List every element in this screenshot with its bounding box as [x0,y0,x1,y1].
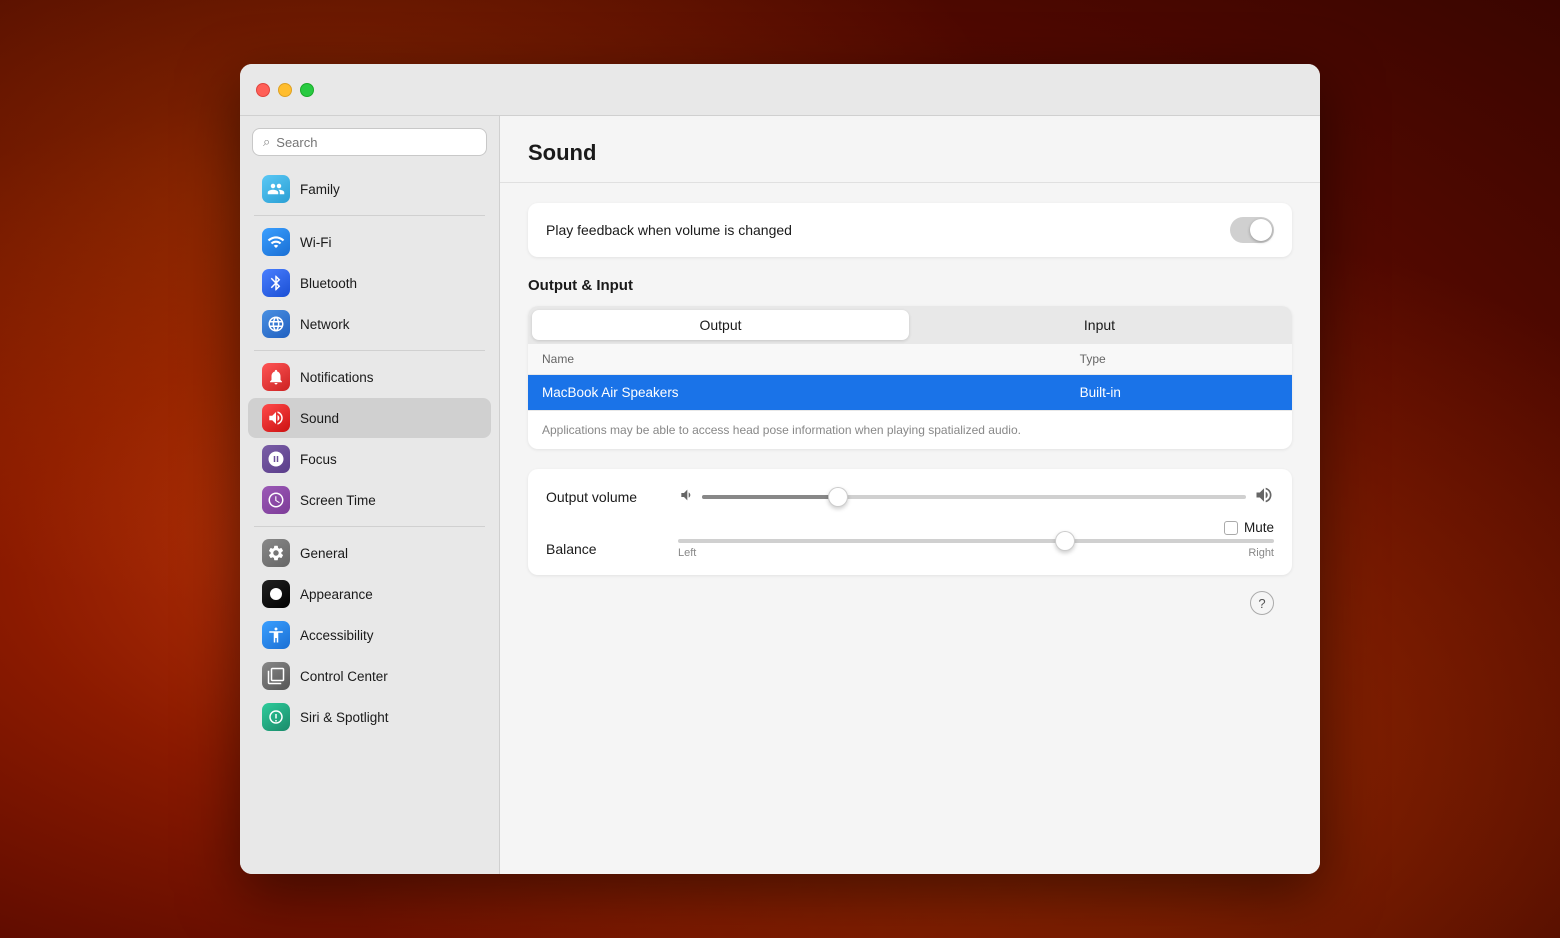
output-volume-row: Output volume [546,485,1274,508]
volume-slider-container [678,485,1274,508]
sidebar-item-label-general: General [300,546,348,561]
sidebar-item-network[interactable]: Network [248,304,491,344]
sidebar-item-label-screentime: Screen Time [300,493,376,508]
sidebar-item-label-accessibility: Accessibility [300,628,374,643]
system-settings-window: ⌕ Family [240,64,1320,874]
search-icon: ⌕ [263,134,270,150]
volume-section: Output volume [528,469,1292,575]
sidebar-item-label-appearance: Appearance [300,587,373,602]
page-header: Sound [500,116,1320,183]
sidebar-item-controlcenter[interactable]: Control Center [248,656,491,696]
search-input[interactable] [276,135,476,150]
general-icon [262,539,290,567]
output-volume-label: Output volume [546,489,666,505]
mute-row: Mute [546,520,1274,535]
sidebar-item-label-network: Network [300,317,350,332]
volume-slider-track[interactable] [702,495,1246,499]
balance-slider-wrap: Left Right [678,539,1274,559]
sidebar-item-siri[interactable]: Siri & Spotlight [248,697,491,737]
device-info-text: Applications may be able to access head … [528,410,1292,449]
volume-slider-thumb[interactable] [828,487,848,507]
feedback-label: Play feedback when volume is changed [546,222,792,238]
search-bar[interactable]: ⌕ [252,128,487,156]
feedback-row: Play feedback when volume is changed [528,203,1292,257]
sidebar: ⌕ Family [240,116,500,874]
content-area: ⌕ Family [240,116,1320,874]
close-button[interactable] [256,83,270,97]
notifications-icon [262,363,290,391]
device-name-cell: MacBook Air Speakers [528,375,1066,411]
maximize-button[interactable] [300,83,314,97]
sidebar-item-label-bluetooth: Bluetooth [300,276,357,291]
page-title: Sound [528,140,1292,166]
balance-left-label: Left [678,547,696,559]
siri-icon [262,703,290,731]
balance-labels: Left Right [678,547,1274,559]
sidebar-item-focus[interactable]: Focus [248,439,491,479]
appearance-icon [262,580,290,608]
settings-section: Play feedback when volume is changed Out… [500,183,1320,653]
sidebar-item-label-sound: Sound [300,411,339,426]
sidebar-item-appearance[interactable]: Appearance [248,574,491,614]
sidebar-item-label-wifi: Wi-Fi [300,235,331,250]
screentime-icon [262,486,290,514]
sidebar-divider-3 [254,526,485,527]
sidebar-item-notifications[interactable]: Notifications [248,357,491,397]
table-row[interactable]: MacBook Air Speakers Built-in [528,375,1292,411]
output-tab[interactable]: Output [532,310,909,340]
device-table: Name Type MacBook Air Speakers Built-in [528,344,1292,410]
balance-track[interactable] [678,539,1274,543]
output-input-title: Output & Input [528,277,1292,294]
input-tab[interactable]: Input [911,310,1288,340]
traffic-lights [256,83,314,97]
volume-high-icon [1254,485,1274,508]
family-icon [262,175,290,203]
sidebar-item-label-family: Family [300,182,340,197]
bluetooth-icon [262,269,290,297]
table-header-row: Name Type [528,344,1292,375]
focus-icon [262,445,290,473]
volume-low-icon [678,487,694,506]
device-type-cell: Built-in [1066,375,1292,411]
sidebar-divider-1 [254,215,485,216]
sidebar-divider-2 [254,350,485,351]
sidebar-item-label-controlcenter: Control Center [300,669,388,684]
controlcenter-icon [262,662,290,690]
sidebar-item-label-siri: Siri & Spotlight [300,710,389,725]
mute-label: Mute [1244,520,1274,535]
sidebar-item-bluetooth[interactable]: Bluetooth [248,263,491,303]
volume-slider-fill [702,495,838,499]
balance-right-label: Right [1248,547,1274,559]
sidebar-list: Family Wi-Fi [240,164,499,742]
sidebar-item-label-notifications: Notifications [300,370,374,385]
minimize-button[interactable] [278,83,292,97]
tab-bar: Output Input [528,306,1292,344]
sidebar-item-general[interactable]: General [248,533,491,573]
sidebar-item-label-focus: Focus [300,452,337,467]
mute-checkbox[interactable] [1224,521,1238,535]
sound-icon [262,404,290,432]
balance-row: Balance Left Right [546,539,1274,559]
sidebar-item-wifi[interactable]: Wi-Fi [248,222,491,262]
main-content: Sound Play feedback when volume is chang… [500,116,1320,874]
feedback-toggle[interactable] [1230,217,1274,243]
sidebar-item-family[interactable]: Family [248,169,491,209]
col-name-header: Name [528,344,1066,375]
sidebar-item-sound[interactable]: Sound [248,398,491,438]
accessibility-icon [262,621,290,649]
network-icon [262,310,290,338]
sidebar-item-accessibility[interactable]: Accessibility [248,615,491,655]
titlebar [240,64,1320,116]
balance-slider-thumb[interactable] [1055,531,1075,551]
help-button[interactable]: ? [1250,591,1274,615]
output-input-section: Output Input Name Type [528,306,1292,449]
col-type-header: Type [1066,344,1292,375]
sidebar-item-screentime[interactable]: Screen Time [248,480,491,520]
balance-label: Balance [546,541,666,557]
wifi-icon [262,228,290,256]
